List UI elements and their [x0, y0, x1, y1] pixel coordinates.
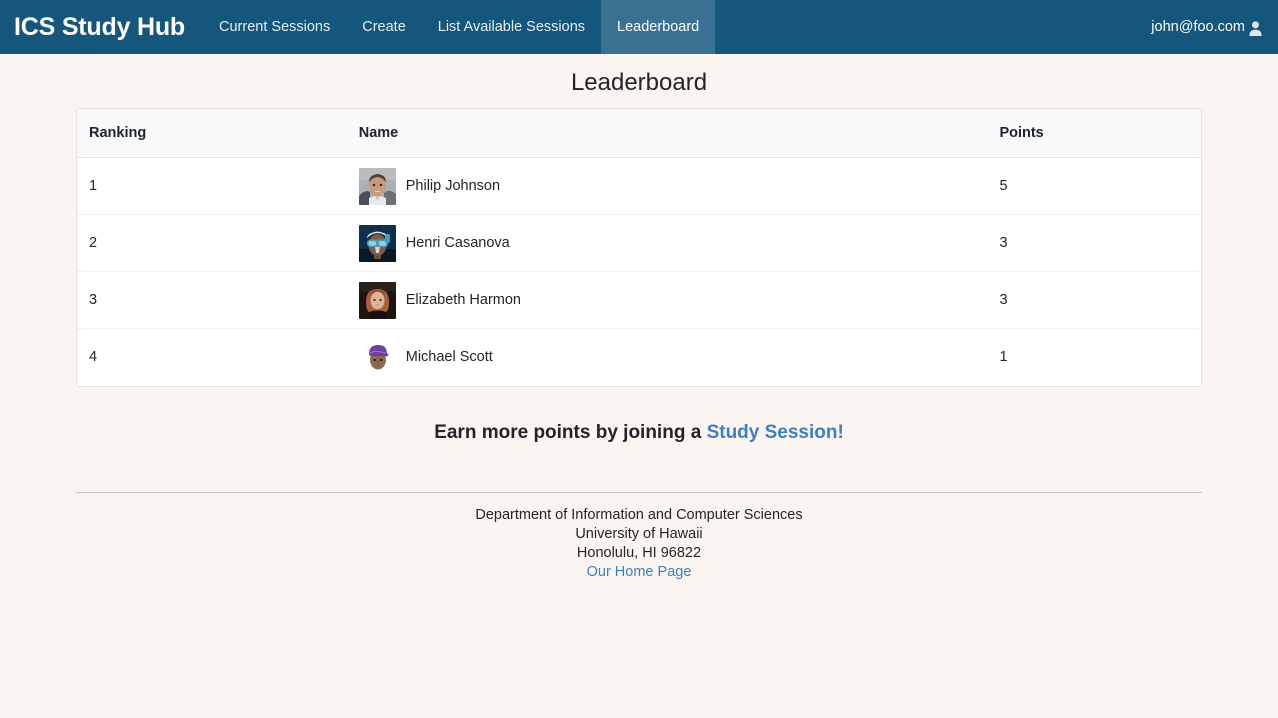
cell-name: Elizabeth Harmon — [346, 271, 988, 329]
brand-logo[interactable]: ICS Study Hub — [0, 0, 203, 54]
cell-ranking: 2 — [77, 214, 347, 272]
name-label: Elizabeth Harmon — [405, 292, 521, 308]
cell-points: 1 — [999, 349, 1008, 366]
table-body: 1 Philip Johnson 5 2 Henri Casanova 3 3 … — [77, 157, 1201, 386]
page-footer: Department of Information and Computer S… — [76, 445, 1202, 582]
leaderboard-table: Ranking Name Points 1 Philip Johnson 5 2… — [77, 109, 1201, 386]
column-header-points: Points — [987, 109, 1201, 158]
table-row: 3 Elizabeth Harmon 3 — [77, 271, 1201, 329]
user-person-icon — [1247, 20, 1264, 37]
name-label: Michael Scott — [405, 349, 493, 366]
nav-item-leaderboard[interactable]: Leaderboard — [601, 0, 716, 54]
cell-ranking: 1 — [77, 157, 347, 215]
nav-item-create[interactable]: Create — [346, 0, 422, 54]
page-title: Leaderboard — [570, 69, 708, 96]
primary-nav: Current Sessions Create List Available S… — [203, 0, 716, 54]
footer-line-city: Honolulu, HI 96822 — [576, 545, 702, 562]
cell-name: Henri Casanova — [346, 214, 988, 272]
main-navbar: ICS Study Hub Current Sessions Create Li… — [0, 0, 1278, 54]
user-menu[interactable]: john@foo.com — [1151, 19, 1264, 36]
footer-divider — [76, 492, 1202, 494]
cell-points: 3 — [987, 271, 1201, 329]
cta-prefix-text: Earn more points by joining a — [434, 421, 707, 443]
elizabeth-harmon-avatar — [358, 281, 396, 319]
study-session-link[interactable]: Study Session! — [707, 422, 844, 443]
nav-item-list-available-sessions[interactable]: List Available Sessions — [422, 0, 601, 54]
cell-ranking: 4 — [89, 349, 98, 366]
footer-line-department: Department of Information and Computer S… — [475, 507, 803, 524]
cell-ranking: 3 — [77, 271, 347, 329]
michael-scott-avatar — [362, 341, 394, 373]
cell-points: 5 — [987, 157, 1201, 215]
nav-item-current-sessions[interactable]: Current Sessions — [203, 0, 346, 54]
cell-points: 3 — [987, 214, 1201, 272]
user-email-label: john@foo.com — [1151, 19, 1245, 35]
footer-home-page-row: Our Home Page — [76, 563, 1202, 582]
table-row: 2 Henri Casanova 3 — [77, 214, 1201, 272]
footer-address-block: Department of Information and Computer S… — [76, 506, 1202, 582]
table-header-row: Ranking Name Points — [77, 109, 1201, 158]
our-home-page-link[interactable]: Our Home Page — [587, 564, 692, 580]
column-header-name: Name — [346, 109, 988, 158]
content-container: Ranking Name Points 1 Philip Johnson 5 2… — [76, 108, 1202, 387]
table-row: 1 Philip Johnson 5 — [77, 157, 1201, 215]
table-row: 4 Michael Scott 1 — [77, 329, 1201, 386]
cell-name: Philip Johnson — [346, 157, 988, 215]
philip-johnson-avatar — [358, 167, 396, 205]
cell-name: Michael Scott — [347, 329, 988, 386]
footer-line-university: University of Hawaii — [575, 526, 703, 543]
navbar-right-section: john@foo.com — [1151, 0, 1278, 54]
name-label: Philip Johnson — [405, 178, 501, 194]
table-header: Ranking Name Points — [77, 109, 1201, 158]
column-header-ranking: Ranking — [77, 109, 347, 158]
henri-casanova-avatar — [358, 224, 396, 262]
name-label: Henri Casanova — [405, 235, 510, 251]
earn-points-cta: Earn more points by joining a Study Sess… — [0, 387, 1278, 446]
leaderboard-card: Ranking Name Points 1 Philip Johnson 5 2… — [76, 108, 1202, 387]
